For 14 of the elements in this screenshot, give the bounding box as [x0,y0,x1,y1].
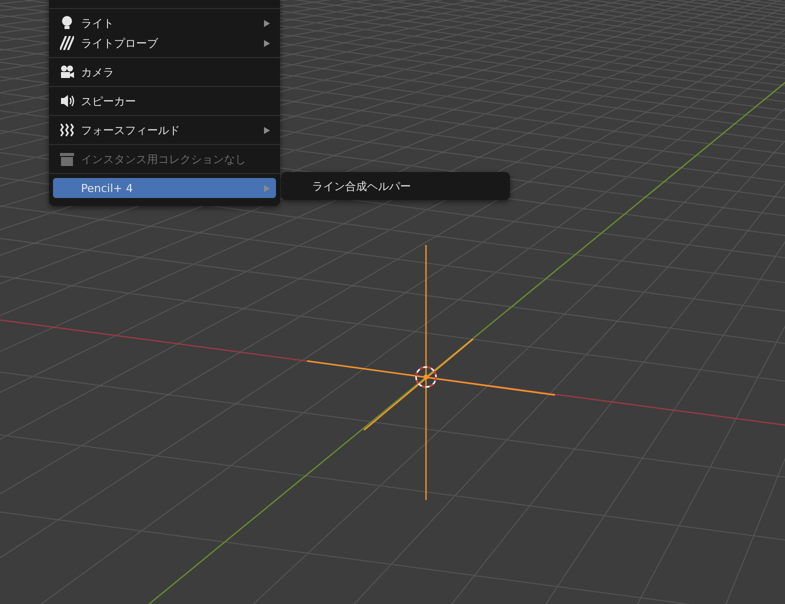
menu-item[interactable]: スピーカー [53,91,276,111]
menu-item[interactable]: カメラ [53,62,276,82]
3d-cursor-icon [415,366,437,388]
menu-item[interactable]: フォースフィールド [53,120,276,140]
camera-icon [60,65,74,79]
box-icon [60,152,74,166]
menu-item[interactable]: ライト [53,13,276,33]
striped-icon [60,36,74,50]
speaker-icon [60,94,74,108]
wave-icon [60,123,74,137]
menu-item[interactable]: ライトプローブ [53,33,276,53]
light-bulb-icon [61,16,73,30]
menu-item[interactable]: ライン合成ヘルパー [281,176,510,196]
menu-item[interactable]: Pencil+ 4 [53,178,276,198]
